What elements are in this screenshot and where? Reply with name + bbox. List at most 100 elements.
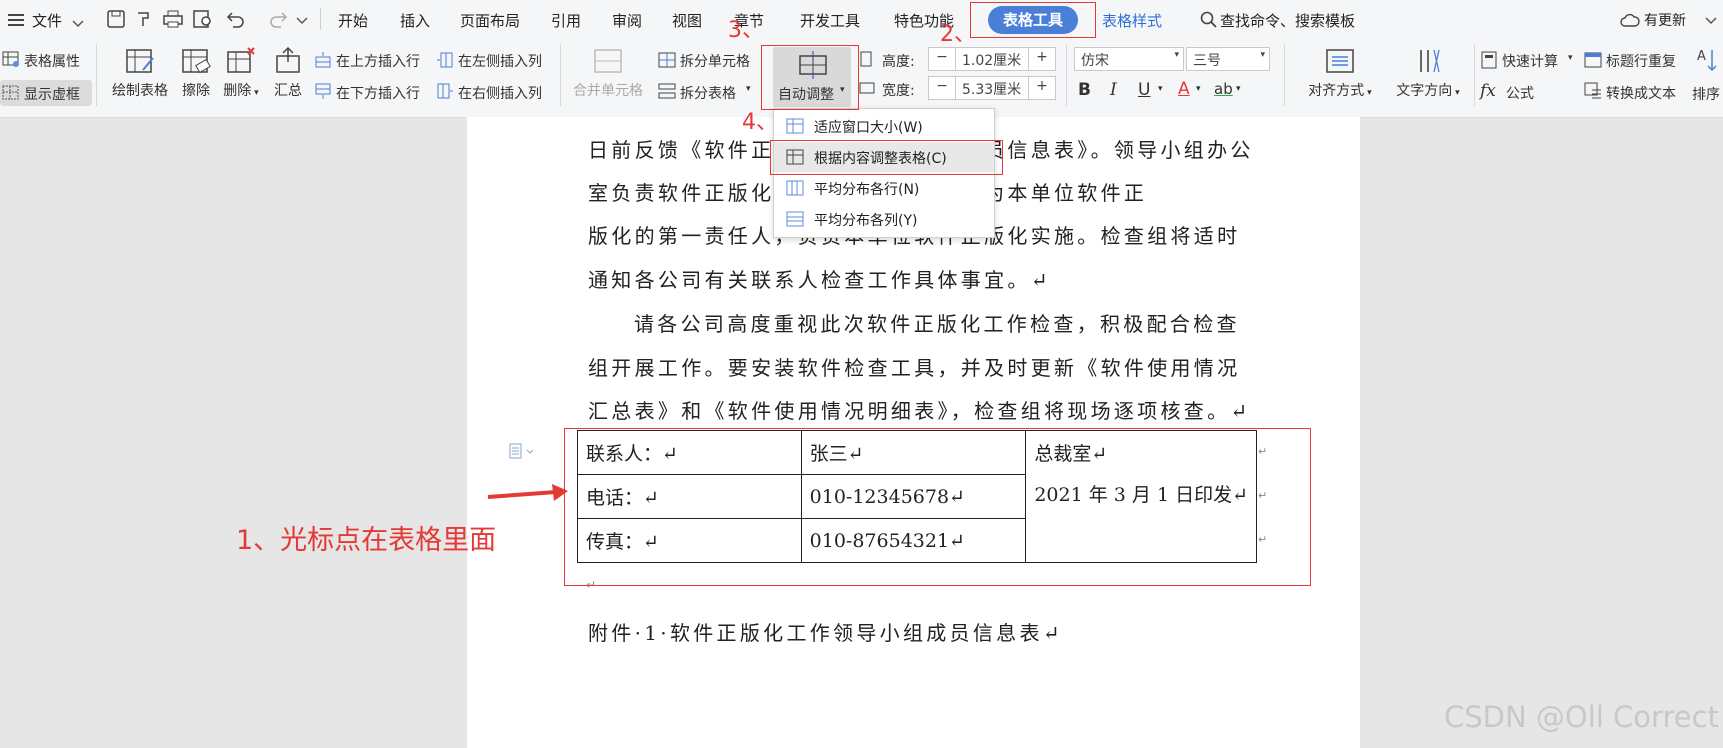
ribbon-divider (96, 44, 97, 106)
search-icon[interactable] (1200, 11, 1218, 33)
insert-col-left-button[interactable]: 在左侧插入列 (458, 51, 542, 71)
font-size-value: 三号 (1193, 53, 1221, 69)
insert-row-below-button[interactable]: 在下方插入行 (336, 83, 420, 103)
tab-references[interactable]: 引用 (551, 10, 581, 31)
step-4-label: 4、 (742, 110, 778, 135)
draw-table-button[interactable]: 绘制表格 (104, 46, 176, 100)
highlight-button[interactable]: ab (1214, 80, 1233, 98)
font-name-select[interactable]: 仿宋 ▾ (1074, 47, 1184, 71)
repeat-header-icon (1584, 51, 1602, 73)
table-properties-button[interactable]: 表格属性 (24, 51, 80, 71)
highlight-box-table-tools (970, 2, 1096, 38)
tab-home[interactable]: 开始 (338, 10, 368, 31)
tab-insert[interactable]: 插入 (400, 10, 430, 31)
align-icon (1326, 49, 1354, 73)
distribute-cols-icon (786, 211, 804, 227)
height-input[interactable]: 1.02厘米 (955, 47, 1029, 71)
redo-icon[interactable] (268, 9, 290, 33)
step-1-label: 1、光标点在表格里面 (236, 525, 497, 556)
quick-calc-button[interactable]: 快速计算 (1502, 51, 1558, 71)
menu-item-label: 适应窗口大小(W) (814, 120, 923, 136)
tab-developer[interactable]: 开发工具 (800, 10, 860, 31)
hamburger-icon[interactable] (8, 12, 24, 31)
doc-line-6: 组开展工作。要安装软件检查工具，并及时更新《软件使用情况 (588, 356, 1241, 380)
underline-button[interactable]: U (1138, 80, 1150, 100)
highlight-box-fit-content (770, 140, 1003, 175)
quick-calc-chevron-icon[interactable]: ▾ (1568, 53, 1573, 63)
highlight-box-table (564, 428, 1311, 586)
split-table-button[interactable]: 拆分表格 (680, 83, 736, 103)
font-color-button[interactable]: A (1178, 79, 1190, 99)
bold-button[interactable]: B (1078, 80, 1091, 100)
red-arrow (486, 483, 570, 509)
formula-icon: fx (1480, 81, 1496, 101)
undo-icon[interactable] (224, 9, 246, 33)
underline-chevron-icon[interactable]: ▾ (1158, 84, 1163, 94)
summary-icon (276, 46, 300, 73)
insert-col-right-button[interactable]: 在右侧插入列 (458, 83, 542, 103)
more-icon[interactable] (1703, 12, 1719, 32)
highlight-chevron-icon[interactable]: ▾ (1236, 84, 1241, 94)
width-increase-button[interactable]: + (1028, 76, 1056, 100)
tab-page-layout[interactable]: 页面布局 (460, 10, 520, 31)
menu-item-fit-window[interactable]: 适应窗口大小(W) (774, 111, 994, 141)
menu-item-distribute-rows[interactable]: 平均分布各行(N) (774, 173, 994, 203)
tab-view[interactable]: 视图 (672, 10, 702, 31)
height-icon (858, 50, 874, 72)
width-decrease-button[interactable]: − (928, 76, 956, 100)
save-icon[interactable] (106, 9, 126, 33)
width-label: 宽度: (882, 83, 915, 99)
update-link[interactable]: 有更新 (1644, 10, 1686, 30)
table-props-icon (2, 50, 20, 72)
draw-table-icon (126, 49, 154, 73)
font-size-select[interactable]: 三号 ▾ (1186, 47, 1270, 71)
convert-text-button[interactable]: 转换成文本 (1606, 83, 1676, 103)
height-increase-button[interactable]: + (1028, 47, 1056, 71)
print-icon[interactable] (162, 9, 184, 33)
print-preview-icon[interactable] (192, 9, 214, 33)
split-cells-button[interactable]: 拆分单元格 (680, 51, 750, 71)
erase-button[interactable]: 擦除 (176, 46, 216, 100)
file-menu[interactable]: 文件 (32, 10, 62, 31)
tab-review[interactable]: 审阅 (612, 10, 642, 31)
table-handle-icon[interactable] (508, 442, 536, 464)
cloud-icon (1620, 12, 1640, 32)
merge-cells-button[interactable]: 合并单元格 (568, 46, 648, 100)
italic-button[interactable]: I (1110, 80, 1117, 100)
summary-label: 汇总 (274, 83, 302, 99)
ribbon-divider (1066, 44, 1067, 106)
split-table-chevron-icon[interactable]: ▾ (746, 84, 751, 94)
text-direction-label: 文字方向 (1396, 83, 1453, 99)
chevron-down-icon: ▾ (1260, 50, 1265, 60)
height-decrease-button[interactable]: − (928, 47, 956, 71)
ribbon-divider (1474, 44, 1475, 106)
font-color-chevron-icon[interactable]: ▾ (1196, 84, 1201, 94)
width-icon (858, 80, 876, 100)
delete-button[interactable]: 删除 ▾ (218, 46, 264, 100)
doc-line-7: 汇总表》和《软件使用情况明细表》，检查组将现场逐项核查。↵ (588, 399, 1251, 423)
delete-table-icon (227, 47, 255, 73)
repeat-header-button[interactable]: 标题行重复 (1606, 51, 1676, 71)
width-input[interactable]: 5.33厘米 (955, 76, 1029, 100)
insert-left-icon (436, 51, 454, 73)
customize-toolbar-icon[interactable] (296, 12, 308, 31)
step-3-label: 3、 (728, 18, 764, 43)
height-label: 高度: (882, 54, 915, 70)
merge-cells-label: 合并单元格 (573, 83, 643, 99)
fit-window-icon (786, 118, 804, 134)
search-commands[interactable]: 查找命令、搜索模板 (1220, 10, 1355, 31)
format-painter-icon[interactable] (134, 9, 154, 33)
sort-button[interactable]: 排序 (1692, 84, 1720, 104)
delete-label: 删除 (223, 83, 252, 99)
formula-button[interactable]: 公式 (1506, 83, 1534, 103)
align-button[interactable]: 对齐方式 ▾ (1298, 46, 1382, 100)
summary-button[interactable]: 汇总 (268, 46, 308, 100)
chevron-down-icon[interactable] (72, 14, 84, 33)
tab-table-style[interactable]: 表格样式 (1102, 10, 1162, 31)
ribbon-divider (560, 44, 561, 106)
insert-below-icon (314, 82, 332, 104)
menu-item-distribute-cols[interactable]: 平均分布各列(Y) (774, 204, 994, 234)
insert-row-above-button[interactable]: 在上方插入行 (336, 51, 420, 71)
text-direction-button[interactable]: 文字方向 ▾ (1386, 46, 1470, 100)
doc-line-5: 请各公司高度重视此次软件正版化工作检查，积极配合检查 (634, 312, 1240, 336)
